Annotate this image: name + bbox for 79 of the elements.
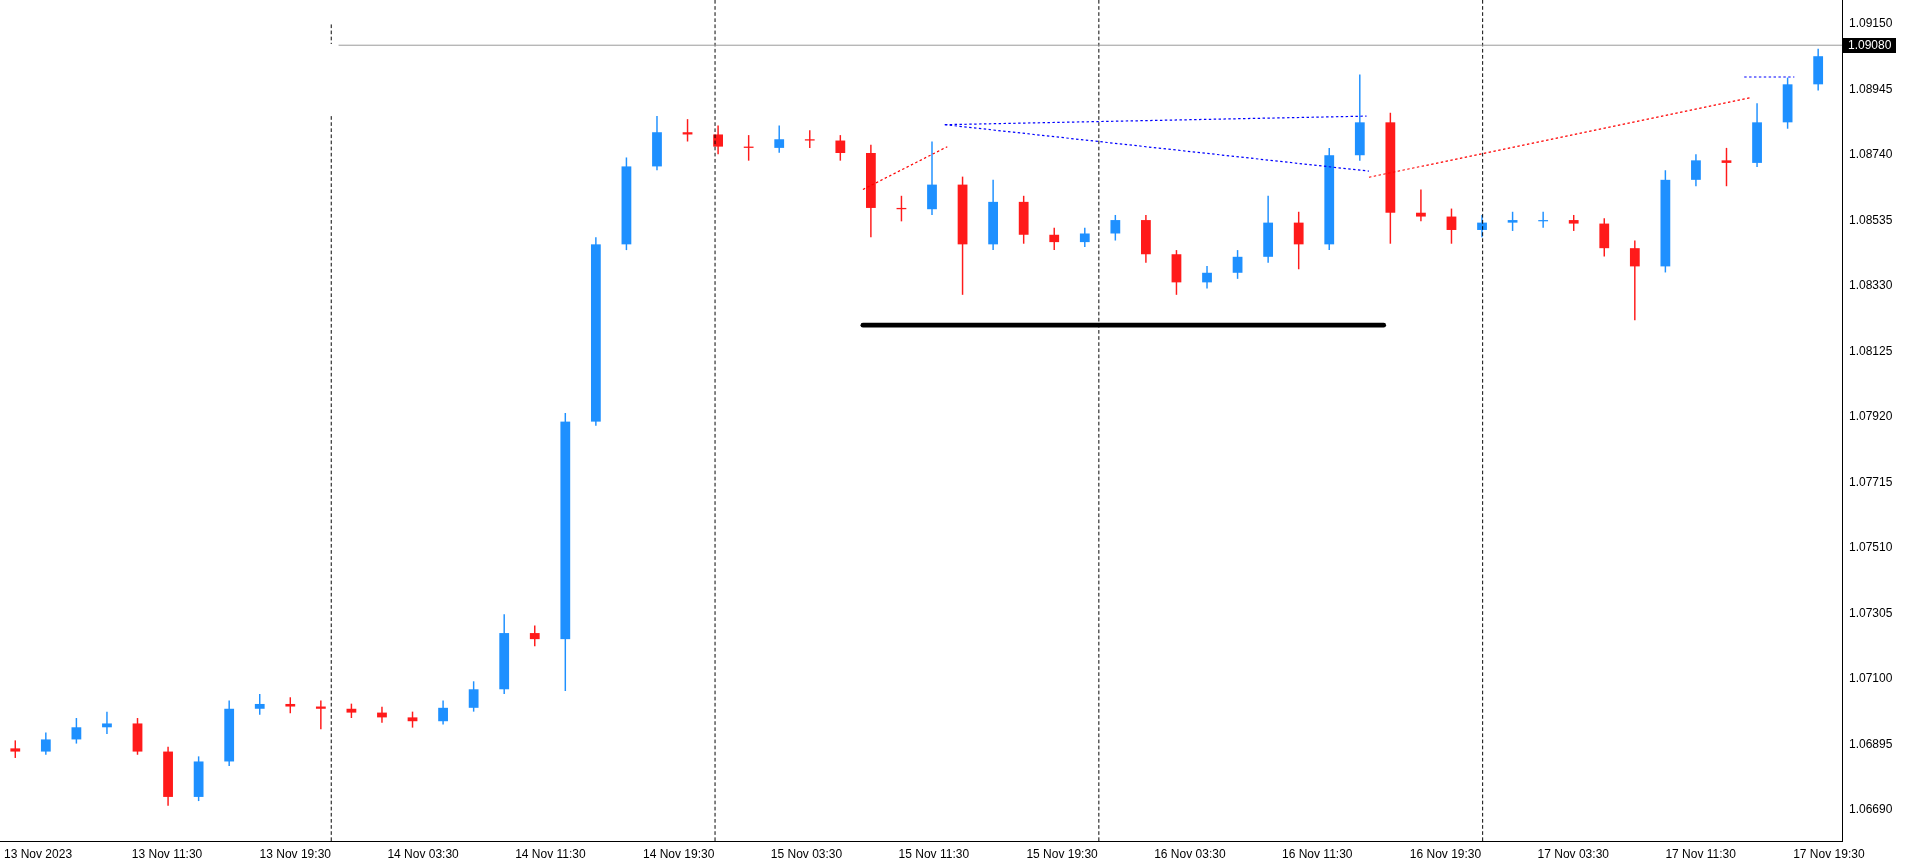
candlestick	[1049, 227, 1060, 251]
time-label: 15 Nov 11:30	[898, 847, 970, 861]
candlestick	[285, 696, 296, 714]
candlestick	[1813, 48, 1824, 92]
candlestick	[652, 115, 662, 171]
candlestick	[438, 699, 448, 726]
price-label: 1.09150	[1849, 16, 1893, 31]
time-label: 17 Nov 11:30	[1665, 847, 1736, 861]
price-label: 1.07920	[1849, 409, 1893, 424]
time-label: 14 Nov 03:30	[387, 847, 459, 861]
price-label: 1.07305	[1849, 605, 1893, 620]
candlestick	[682, 118, 693, 143]
price-label: 1.08740	[1849, 147, 1893, 162]
candlestick	[224, 699, 235, 767]
candlestick	[1141, 214, 1151, 264]
candlestick	[774, 124, 785, 154]
time-label: 14 Nov 19:30	[643, 847, 715, 861]
candlestick	[1018, 195, 1029, 245]
candlestick	[377, 706, 387, 724]
candlestick	[1568, 214, 1579, 232]
candlestick	[163, 746, 173, 807]
price-label: 1.07715	[1849, 474, 1893, 489]
time-label: 17 Nov 19:30	[1793, 847, 1865, 861]
candlestick	[1599, 217, 1610, 258]
time-label: 14 Nov 11:30	[515, 847, 586, 861]
candlestick	[346, 702, 357, 719]
price-label: 1.07510	[1849, 540, 1893, 555]
time-label: 17 Nov 03:30	[1537, 847, 1609, 861]
candlestick	[1477, 214, 1487, 239]
candlestick	[193, 755, 204, 802]
candlestick	[468, 680, 479, 713]
price-label: 1.08125	[1849, 343, 1893, 358]
time-label: 13 Nov 19:30	[259, 847, 331, 861]
candlestick	[1507, 211, 1518, 232]
candlestick	[1171, 249, 1182, 296]
candlestick	[102, 710, 112, 735]
time-label: 13 Nov 11:30	[131, 847, 203, 861]
candlestick	[988, 179, 998, 251]
candlestick	[71, 717, 82, 745]
candlestick	[315, 699, 326, 730]
candlestick	[1416, 188, 1426, 223]
price-label: 1.08330	[1849, 278, 1893, 293]
price-label: 1.08945	[1849, 81, 1893, 96]
current-price-label: 1.09080	[1843, 38, 1897, 53]
candlestick	[804, 129, 815, 149]
candlestick	[713, 124, 723, 155]
candlestick	[407, 710, 418, 729]
candlestick	[1232, 249, 1243, 280]
candlestick	[1691, 153, 1701, 187]
time-label: 16 Nov 19:30	[1409, 847, 1482, 861]
candlestick	[1538, 211, 1549, 229]
candlestick	[132, 717, 143, 756]
candlestick	[896, 195, 907, 223]
candlestick	[1293, 211, 1304, 270]
candlestick	[1110, 214, 1121, 242]
candlestick	[1721, 147, 1732, 187]
time-label: 13 Nov 2023	[4, 847, 73, 861]
candlestick	[743, 134, 754, 162]
time-label: 15 Nov 03:30	[770, 847, 843, 861]
time-label: 16 Nov 11:30	[1282, 847, 1353, 861]
candlestick	[529, 624, 540, 647]
candlestick	[835, 134, 846, 162]
candlestick	[40, 731, 51, 756]
price-label: 1.06895	[1849, 736, 1893, 751]
price-label: 1.07100	[1849, 671, 1893, 686]
candlestick	[1202, 265, 1212, 290]
separator-mark	[330, 23, 332, 45]
candlestick	[1079, 227, 1090, 248]
time-label: 15 Nov 19:30	[1026, 847, 1098, 861]
candlestick	[254, 693, 265, 716]
candlestick	[1446, 207, 1457, 245]
price-label: 1.08535	[1849, 212, 1893, 227]
candlestick	[10, 739, 21, 759]
time-label: 16 Nov 03:30	[1154, 847, 1226, 861]
candlestick	[1752, 102, 1762, 168]
candlestick	[1263, 195, 1273, 264]
dotted-trade-line	[1743, 76, 1795, 78]
price-label: 1.06690	[1849, 802, 1893, 817]
candlestick	[1782, 76, 1793, 130]
